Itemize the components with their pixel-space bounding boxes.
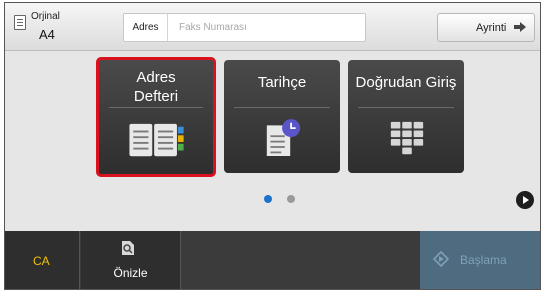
address-book-icon — [129, 123, 184, 157]
detail-button[interactable]: Ayrinti — [437, 13, 535, 42]
fax-number-input[interactable]: Faks Numarası — [169, 14, 365, 41]
fax-easy-mode-screen: Orjinal A4 Adres Faks Numarası Ayrinti A… — [4, 2, 541, 290]
arrow-right-icon — [514, 22, 526, 32]
history-label: Tarihçe — [257, 74, 307, 91]
direct-entry-label: Doğrudan Giriş — [355, 74, 457, 91]
clear-all-button[interactable]: CA — [5, 231, 80, 289]
page-indicator-inactive — [287, 195, 295, 203]
tile-divider — [358, 107, 454, 108]
next-page-button[interactable] — [516, 191, 534, 209]
keypad-icon — [390, 121, 424, 155]
original-document-icon — [14, 15, 26, 30]
history-icon — [266, 119, 301, 156]
tile-divider — [234, 107, 330, 108]
page-indicator-active — [264, 195, 272, 203]
start-button[interactable]: Başlama — [420, 231, 540, 289]
preview-label: Önizle — [113, 266, 148, 280]
original-size-value: A4 — [39, 27, 55, 42]
preview-icon — [122, 241, 134, 255]
detail-label: Ayrinti — [476, 22, 507, 34]
history-tile[interactable]: Tarihçe — [224, 60, 340, 173]
address-field: Adres Faks Numarası — [123, 13, 366, 42]
original-label: Orjinal — [31, 11, 60, 22]
clear-all-label: CA — [33, 254, 50, 268]
start-label: Başlama — [460, 253, 507, 267]
preview-button[interactable]: Önizle — [81, 231, 181, 289]
top-bar: Orjinal A4 Adres Faks Numarası Ayrinti — [5, 3, 540, 51]
tile-divider — [109, 107, 203, 108]
start-icon — [433, 251, 449, 267]
address-book-tile[interactable]: Adres Defteri — [96, 57, 216, 177]
address-label: Adres — [124, 14, 168, 41]
address-book-label: Adres Defteri — [133, 69, 179, 105]
bottom-bar: CA Önizle Başlama — [5, 231, 540, 289]
original-size-key[interactable]: Orjinal A4 — [12, 9, 76, 47]
direct-entry-tile[interactable]: Doğrudan Giriş — [348, 60, 464, 173]
